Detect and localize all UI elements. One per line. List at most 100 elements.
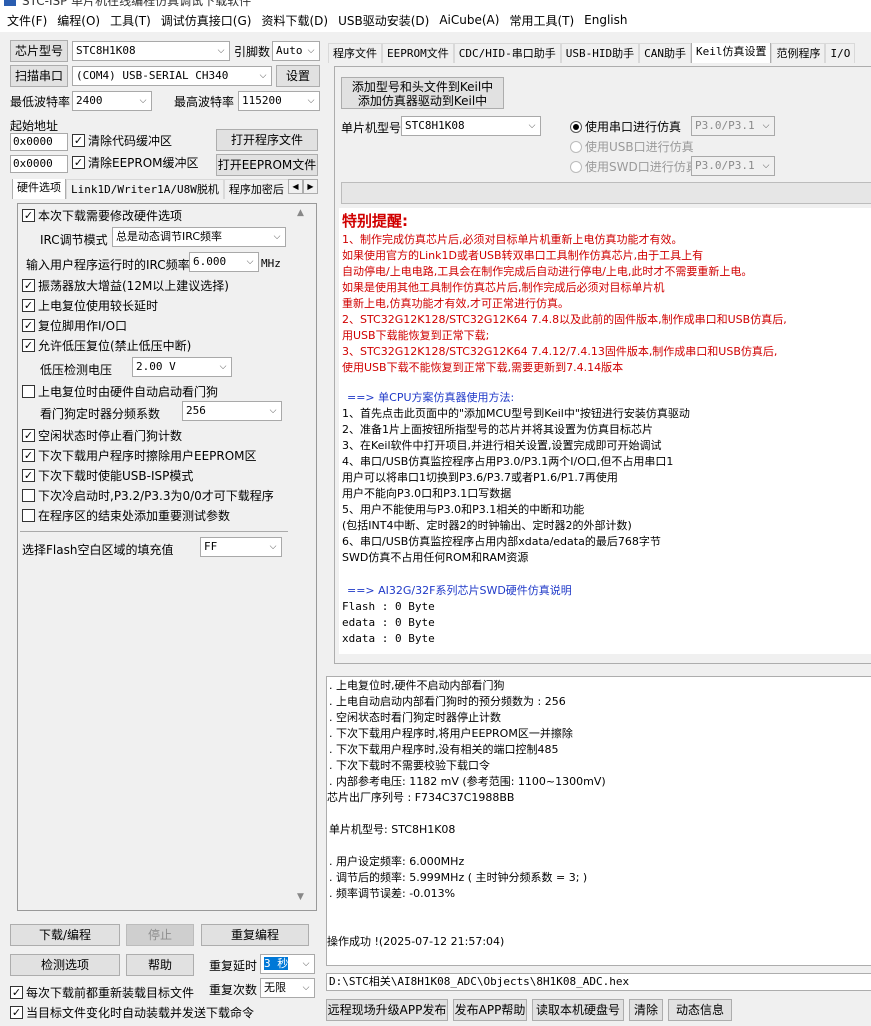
flash-fill-value: FF (204, 540, 218, 553)
chip-type-select[interactable]: STC8H1K08 ⌵ (72, 41, 230, 61)
radio-swd-sim[interactable]: 使用SWD口进行仿真 (570, 158, 698, 175)
scroll-down-icon[interactable]: ▼ (292, 892, 309, 902)
menu-program[interactable]: 编程(O) (52, 12, 105, 29)
auto-send-checkbox[interactable]: 当目标文件变化时自动装载并发送下载命令 (10, 1006, 254, 1020)
repeat-count-select[interactable]: 无限 ⌵ (260, 978, 315, 998)
radio-serial-sim[interactable]: 使用串口进行仿真 (570, 118, 681, 135)
usb-isp-checkbox[interactable]: 下次下载时使能USB-ISP模式 (22, 469, 193, 483)
max-baud-select[interactable]: 115200 ⌵ (238, 91, 320, 111)
settings-button[interactable]: 设置 (276, 65, 320, 87)
open-eeprom-button[interactable]: 打开EEPROM文件 (216, 154, 318, 176)
tab-link1d[interactable]: Link1D/Writer1A/U8W脱机 (66, 179, 224, 199)
tab-can[interactable]: CAN助手 (639, 43, 691, 63)
tab-io[interactable]: I/O (825, 43, 856, 63)
lvr-checkbox[interactable]: 允许低压复位(禁止低压中断) (22, 339, 191, 353)
menu-aicube[interactable]: AiCube(A) (434, 13, 504, 27)
dynamic-info-button[interactable]: 动态信息 (668, 999, 732, 1021)
clear-button[interactable]: 清除 (629, 999, 663, 1021)
chevron-down-icon: ⌵ (302, 959, 310, 969)
cold-boot-checkbox[interactable]: 下次冷启动时,P3.2/P3.3为0/0才可下载程序 (22, 489, 274, 503)
tab-serial-helper[interactable]: CDC/HID-串口助手 (453, 43, 561, 63)
checkbox-box (72, 156, 85, 169)
menu-file[interactable]: 文件(F) (2, 12, 52, 29)
tab-scroll-left[interactable]: ◀ (288, 179, 303, 194)
wdt-auto-checkbox[interactable]: 上电复位时由硬件自动启动看门狗 (22, 385, 218, 399)
repeat-delay-value: 3 秒 (264, 957, 289, 970)
tab-examples[interactable]: 范例程序 (771, 43, 826, 63)
log-line: . 上电自动启动内部看门狗时的预分频数为 : 256 (329, 695, 566, 708)
remote-upgrade-button[interactable]: 远程现场升级APP发布 (326, 999, 448, 1021)
reload-checkbox[interactable]: 每次下载前都重新装载目标文件 (10, 986, 194, 1000)
tab-usb-hid[interactable]: USB-HID助手 (560, 43, 640, 63)
modify-hw-checkbox[interactable]: 本次下载需要修改硬件选项 (22, 209, 182, 223)
right-tab-strip: 程序文件 EEPROM文件 CDC/HID-串口助手 USB-HID助手 CAN… (328, 43, 871, 63)
download-button[interactable]: 下载/编程 (10, 924, 120, 946)
clear-eeprom-checkbox[interactable]: 清除EEPROM缓冲区 (72, 156, 199, 170)
tab-keil-sim[interactable]: Keil仿真设置 (690, 43, 772, 63)
serial-port-select[interactable]: P3.0/P3.1 ⌵ (691, 116, 775, 136)
notice-text-area: 特别提醒: 1、制作完成仿真芯片后,必须对目标单片机重新上电仿真功能才有效。 如… (339, 208, 871, 654)
min-baud-select[interactable]: 2400 ⌵ (72, 91, 152, 111)
log-line: . 下次下载用户程序时,没有相关的端口控制485 (329, 743, 559, 756)
port-select[interactable]: (COM4) USB-SERIAL CH340 ⌵ (72, 66, 272, 86)
erase-eeprom-checkbox[interactable]: 下次下载用户程序时擦除用户EEPROM区 (22, 449, 257, 463)
help-button[interactable]: 帮助 (126, 954, 194, 976)
notice-title: 特别提醒: (342, 212, 408, 230)
open-program-button[interactable]: 打开程序文件 (216, 129, 318, 151)
usb-isp-text: 下次下载时使能USB-ISP模式 (38, 469, 194, 483)
chevron-down-icon: ⌵ (302, 983, 310, 993)
flash-fill-select[interactable]: FF ⌵ (200, 537, 282, 557)
tab-encrypt[interactable]: 程序加密后 (223, 179, 288, 199)
mcu-type-label: 单片机型号 (341, 121, 402, 135)
options-scrollbar[interactable]: ▲ ▼ (292, 204, 309, 910)
pin-count-select[interactable]: Auto ⌵ (272, 41, 320, 61)
tab-hardware[interactable]: 硬件选项 (12, 179, 66, 199)
wdt-div-select[interactable]: 256 ⌵ (182, 401, 282, 421)
add-params-checkbox[interactable]: 在程序区的结束处添加重要测试参数 (22, 509, 230, 523)
chevron-down-icon: ⌵ (139, 96, 147, 106)
add-keil-button[interactable]: 添加型号和头文件到Keil中 添加仿真器驱动到Keil中 (341, 77, 504, 109)
reset-delay-checkbox[interactable]: 上电复位使用较长延时 (22, 299, 158, 313)
scroll-up-icon[interactable]: ▲ (292, 208, 309, 218)
menu-tools[interactable]: 工具(T) (105, 12, 156, 29)
code-addr-input[interactable]: 0x0000 (10, 133, 68, 151)
checkbox-box (22, 429, 35, 442)
chevron-down-icon: ⌵ (219, 362, 227, 372)
tab-program-file[interactable]: 程序文件 (328, 43, 382, 63)
menu-usb-driver[interactable]: USB驱动安装(D) (333, 12, 434, 29)
idle-wdt-checkbox[interactable]: 空闲状态时停止看门狗计数 (22, 429, 182, 443)
log-output: . 上电复位时,硬件不启动内部看门狗 . 上电自动启动内部看门狗时的预分频数为 … (326, 676, 871, 966)
reprogram-button[interactable]: 重复编程 (201, 924, 309, 946)
detect-options-button[interactable]: 检测选项 (10, 954, 120, 976)
clear-code-checkbox[interactable]: 清除代码缓冲区 (72, 134, 172, 148)
tab-scroll-right[interactable]: ▶ (303, 179, 318, 194)
notice-line: 自动停电/上电电路,工具会在制作完成后自动进行停电/上电,此时才不需要重新上电。 (342, 265, 753, 278)
menu-common-tools[interactable]: 常用工具(T) (504, 12, 579, 29)
checkbox-box (10, 986, 23, 999)
irc-mode-select[interactable]: 总是动态调节IRC频率 ⌵ (112, 227, 286, 247)
tab-eeprom-file[interactable]: EEPROM文件 (382, 43, 454, 63)
menu-download[interactable]: 资料下载(D) (256, 12, 333, 29)
irc-freq-select[interactable]: 6.000 ⌵ (189, 252, 259, 272)
eeprom-addr-input[interactable]: 0x0000 (10, 155, 68, 173)
stop-button[interactable]: 停止 (126, 924, 194, 946)
chip-type-value: STC8H1K08 (76, 44, 136, 57)
log-line: . 空闲状态时看门狗定时器停止计数 (329, 711, 501, 724)
scan-port-button[interactable]: 扫描串口 (10, 65, 68, 87)
lvd-select[interactable]: 2.00 V ⌵ (132, 357, 232, 377)
repeat-delay-select[interactable]: 3 秒 ⌵ (260, 954, 315, 974)
swd-port-select[interactable]: P3.0/P3.1 ⌵ (691, 156, 775, 176)
step-line: 5、用户不能使用与P3.0和P3.1相关的中断和功能 (342, 503, 585, 516)
read-disk-button[interactable]: 读取本机硬盘号 (532, 999, 624, 1021)
pin-count-label: 引脚数 (234, 45, 271, 59)
menu-debug[interactable]: 调试仿真接口(G) (156, 12, 257, 29)
menu-english[interactable]: English (579, 13, 632, 27)
reset-io-checkbox[interactable]: 复位脚用作I/O口 (22, 319, 127, 333)
wdt-div-value: 256 (186, 404, 206, 417)
publish-help-button[interactable]: 发布APP帮助 (453, 999, 527, 1021)
chevron-down-icon: ⌵ (273, 232, 281, 242)
radio-usb-sim[interactable]: 使用USB口进行仿真 (570, 138, 694, 155)
osc-gain-checkbox[interactable]: 振荡器放大增益(12M以上建议选择) (22, 279, 229, 293)
irc-mode-label: IRC调节模式 (40, 233, 108, 247)
mcu-type-select[interactable]: STC8H1K08 ⌵ (401, 116, 541, 136)
